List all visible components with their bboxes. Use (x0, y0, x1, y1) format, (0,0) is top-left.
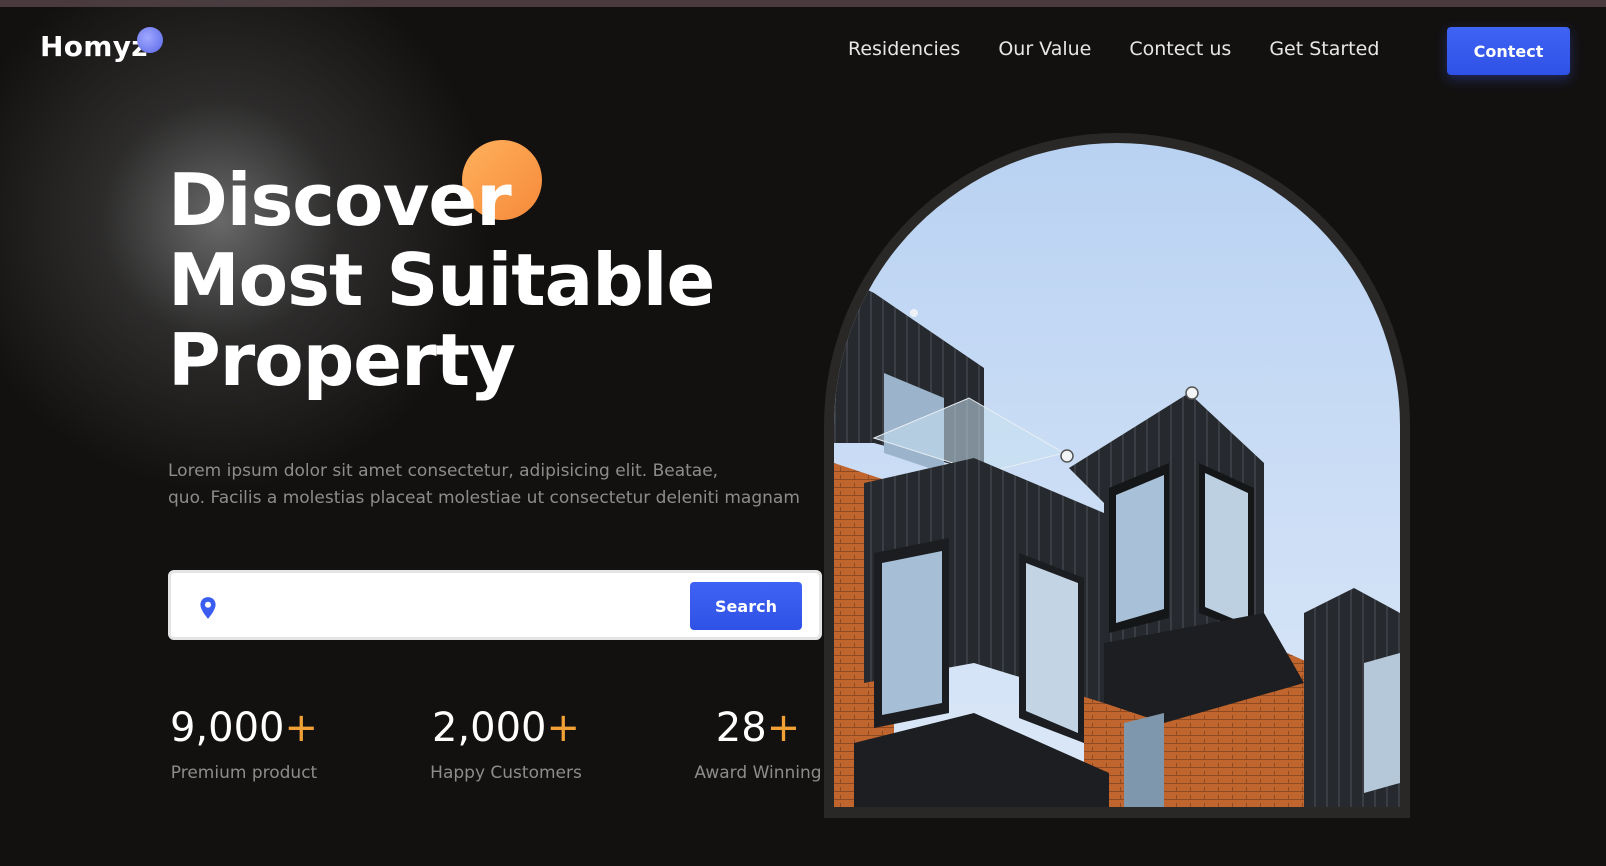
hero-title-line: Discover (168, 158, 512, 242)
hero-title: Discover Most Suitable Property (168, 158, 715, 402)
search-bar: Search (168, 570, 822, 640)
logo-dot-icon (137, 27, 163, 53)
stat-happy-customers: 2,000+ Happy Customers (427, 703, 585, 783)
hero-description: Lorem ipsum dolor sit amet consectetur, … (168, 458, 848, 512)
nav-our-value[interactable]: Our Value (998, 38, 1091, 60)
description-line: Lorem ipsum dolor sit amet consectetur, … (168, 461, 719, 481)
stat-number: 2,000+ (431, 705, 581, 751)
hero-title-line: Property (168, 318, 516, 402)
hero-image (834, 143, 1400, 807)
stat-label: Award Winning (694, 763, 822, 783)
location-pin-icon (200, 597, 216, 619)
stat-award-winning: 28+ Award Winning (692, 703, 824, 783)
contact-button[interactable]: Contect (1447, 27, 1570, 75)
stat-label: Premium product (170, 763, 318, 783)
description-line: quo. Facilis a molestias placeat molesti… (168, 488, 800, 508)
stat-premium-product: 9,000+ Premium product (168, 703, 320, 783)
nav-residencies[interactable]: Residencies (848, 38, 960, 60)
stat-number: 28+ (715, 705, 801, 751)
search-button[interactable]: Search (690, 582, 802, 630)
stat-number: 9,000+ (169, 705, 319, 751)
logo[interactable]: Homyz (40, 30, 148, 63)
nav-get-started[interactable]: Get Started (1269, 38, 1379, 60)
main-nav: Residencies Our Value Contect us Get Sta… (848, 38, 1379, 60)
building-illustration (834, 143, 1400, 807)
stat-label: Happy Customers (430, 763, 582, 783)
search-input[interactable] (237, 587, 681, 627)
hero-title-line: Most Suitable (168, 238, 715, 322)
nav-contact-us[interactable]: Contect us (1129, 38, 1231, 60)
